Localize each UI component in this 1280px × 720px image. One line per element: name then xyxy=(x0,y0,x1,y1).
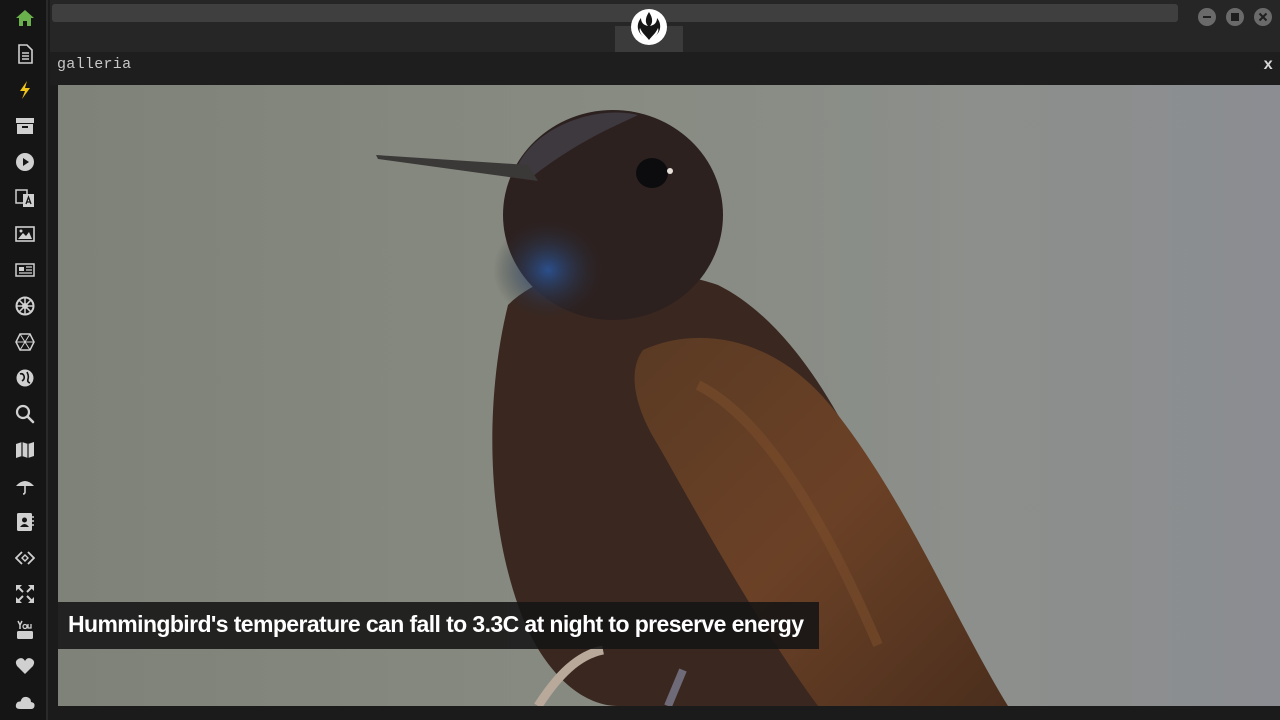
heart-icon xyxy=(15,658,35,674)
hexagon-icon xyxy=(15,333,35,351)
sidebar-item-empire[interactable] xyxy=(8,291,42,321)
sidebar-item-news[interactable] xyxy=(8,255,42,285)
minimize-icon xyxy=(1203,16,1211,18)
sidebar-item-favorites[interactable] xyxy=(8,651,42,681)
globe-icon xyxy=(16,369,34,387)
sidebar-item-umbrella[interactable] xyxy=(8,471,42,501)
sidebar-item-map[interactable] xyxy=(8,435,42,465)
sidebar xyxy=(0,0,48,720)
sidebar-item-contacts[interactable] xyxy=(8,507,42,537)
sidebar-item-image[interactable] xyxy=(8,219,42,249)
newspaper-icon xyxy=(15,263,35,277)
panel-header: galleria x xyxy=(50,52,1280,85)
youtube-icon xyxy=(17,620,33,639)
sidebar-item-lightning[interactable] xyxy=(8,75,42,105)
lightning-icon xyxy=(20,81,30,99)
sidebar-item-play[interactable] xyxy=(8,147,42,177)
expand-icon xyxy=(16,585,34,603)
archive-icon xyxy=(16,118,34,134)
empire-icon xyxy=(15,296,35,316)
panel-close-button[interactable]: x xyxy=(1263,56,1273,74)
image-icon xyxy=(15,226,35,242)
contacts-icon xyxy=(17,513,34,531)
close-window-button[interactable] xyxy=(1254,8,1272,26)
sidebar-item-translate[interactable] xyxy=(8,183,42,213)
sidebar-item-expand[interactable] xyxy=(8,579,42,609)
map-icon xyxy=(16,442,34,458)
address-bar[interactable] xyxy=(52,4,1178,22)
play-icon xyxy=(16,153,34,171)
sidebar-item-document[interactable] xyxy=(8,39,42,69)
sidebar-item-youtube[interactable] xyxy=(8,615,42,645)
gallery-caption: Hummingbird's temperature can fall to 3.… xyxy=(58,602,819,649)
minimize-button[interactable] xyxy=(1198,8,1216,26)
top-bar xyxy=(50,0,1280,52)
umbrella-icon xyxy=(16,481,34,495)
document-icon xyxy=(18,44,33,64)
sidebar-item-globe[interactable] xyxy=(8,363,42,393)
search-icon xyxy=(15,404,35,424)
sidebar-item-home[interactable] xyxy=(8,3,42,33)
maximize-icon xyxy=(1231,13,1239,21)
sidebar-item-search[interactable] xyxy=(8,399,42,429)
translate-icon xyxy=(15,189,34,207)
sidebar-item-hexagon[interactable] xyxy=(8,327,42,357)
sidebar-item-code[interactable] xyxy=(8,543,42,573)
sidebar-item-cloud[interactable] xyxy=(8,687,42,717)
cloud-icon xyxy=(15,696,35,709)
code-icon xyxy=(15,551,35,565)
maximize-button[interactable] xyxy=(1226,8,1244,26)
close-icon xyxy=(1258,12,1268,22)
sidebar-item-archive[interactable] xyxy=(8,111,42,141)
home-icon xyxy=(16,10,34,26)
panel-title: galleria xyxy=(57,56,132,73)
rebel-alliance-icon xyxy=(631,9,667,45)
bottom-strip xyxy=(50,706,1280,720)
